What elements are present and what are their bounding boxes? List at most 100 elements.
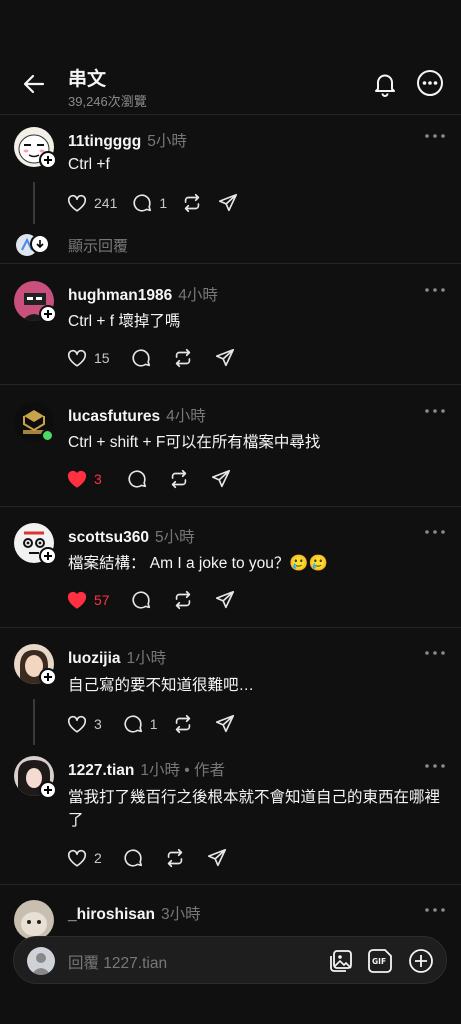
like-count: 57 [94,592,110,608]
username[interactable]: 1227.tian 1小時 • 作者 [68,758,225,780]
username[interactable]: 11tingggg 5小時 [68,129,187,151]
timestamp: 1小時 [126,650,167,667]
thread-line [33,699,35,745]
arrow-left-icon [23,74,45,94]
like-count: 241 [94,195,118,211]
comment-button[interactable] [122,847,144,869]
more-dots-icon[interactable] [424,131,446,141]
repost-icon [175,714,190,734]
follow-plus-icon[interactable] [39,668,57,686]
repost-button[interactable] [172,347,194,369]
reply-count: 1 [149,716,158,732]
username[interactable]: hughman1986 4小時 [68,283,218,305]
action-bar: 57 [66,588,250,612]
follow-plus-icon[interactable] [39,151,57,169]
username[interactable]: _hiroshisan 3小時 [68,902,201,924]
like-button[interactable]: 2 [66,847,102,869]
page-title: 串文 [68,69,107,90]
heart-filled-icon [67,470,87,488]
heart-filled-icon [67,591,87,609]
repost-icon [184,193,200,213]
repost-icon [175,348,190,368]
like-button[interactable]: 241 [66,192,117,214]
comment-icon [124,715,142,733]
thread-line [33,182,35,224]
more-dots-icon[interactable] [424,761,446,771]
repost-button[interactable] [172,589,194,611]
post-content: Ctrl + shift + F可以在所有檔案中尋找 [68,434,321,451]
follow-plus-icon[interactable] [39,547,57,565]
share-button[interactable] [214,713,236,735]
like-button[interactable]: 3 [66,468,102,490]
comment-icon [133,194,152,212]
gallery-button[interactable] [327,947,355,975]
comment-icon [132,349,150,367]
view-count: 39,246次瀏覽 [68,94,147,109]
timestamp: 4小時 [166,408,206,425]
header: 串文 39,246次瀏覽 [0,0,461,115]
send-icon [211,469,230,488]
username[interactable]: scottsu360 5小時 [68,525,195,547]
plus-circle-icon [409,949,433,973]
add-attachment-button[interactable] [407,947,435,975]
notifications-button[interactable] [371,70,399,98]
comment-button[interactable] [130,347,152,369]
gif-button[interactable]: GIF [367,947,395,975]
reply-input[interactable]: 回覆 1227.tian [68,951,167,973]
like-button[interactable]: 3 [66,713,102,735]
show-replies-label: 顯示回覆 [68,238,129,255]
back-button[interactable] [20,70,48,98]
post-content: 自己寫的要不知道很難吧… [68,677,255,694]
send-icon [215,590,234,609]
like-button[interactable]: 57 [66,589,110,611]
more-dots-icon[interactable] [424,285,446,295]
divider [0,506,461,507]
heart-icon [67,715,87,733]
repost-button[interactable] [164,847,186,869]
like-button[interactable]: 15 [66,347,110,369]
action-bar: 241 1 [66,191,253,215]
comment-button[interactable] [130,589,152,611]
share-button[interactable] [210,468,232,490]
avatar[interactable] [14,900,54,940]
share-button[interactable] [217,192,239,214]
more-dots-icon[interactable] [424,905,446,915]
timestamp: 1小時 • 作者 [140,762,226,779]
send-icon [215,348,234,367]
repost-icon [175,590,190,610]
show-replies-row[interactable]: 顯示回覆 [0,232,461,258]
action-bar: 2 [66,846,242,870]
repost-button[interactable] [181,192,203,214]
more-options-button[interactable] [416,69,444,97]
divider [0,384,461,385]
follow-plus-icon[interactable] [39,781,57,799]
expand-down-icon[interactable] [30,234,50,254]
send-icon [215,714,234,733]
repost-icon [171,469,187,489]
more-dots-icon[interactable] [424,406,446,416]
username[interactable]: luozijia 1小時 [68,646,166,668]
share-button[interactable] [206,847,228,869]
my-avatar [27,947,55,975]
share-button[interactable] [214,589,236,611]
share-button[interactable] [214,347,236,369]
more-dots-icon[interactable] [424,648,446,658]
comment-icon [132,591,150,609]
comment-button[interactable] [126,468,148,490]
online-status-dot [41,429,54,442]
more-dots-icon[interactable] [424,527,446,537]
follow-plus-icon[interactable] [39,305,57,323]
reply-composer[interactable]: 回覆 1227.tian GIF [13,936,447,984]
post-content: Ctrl + f 壞掉了嗎 [68,313,181,330]
comment-button[interactable]: 1 [122,713,158,735]
repost-button[interactable] [168,468,190,490]
username[interactable]: lucasfutures 4小時 [68,404,206,426]
post-content: 當我打了幾百行之後根本就不會知道自己的東西在哪裡了 [68,789,441,829]
send-icon [219,193,238,212]
repost-button[interactable] [172,713,194,735]
action-bar: 15 [66,346,250,370]
comment-button[interactable]: 1 [131,192,167,214]
heart-icon [67,849,87,867]
action-bar: 3 [66,467,246,491]
timestamp: 4小時 [178,287,218,304]
